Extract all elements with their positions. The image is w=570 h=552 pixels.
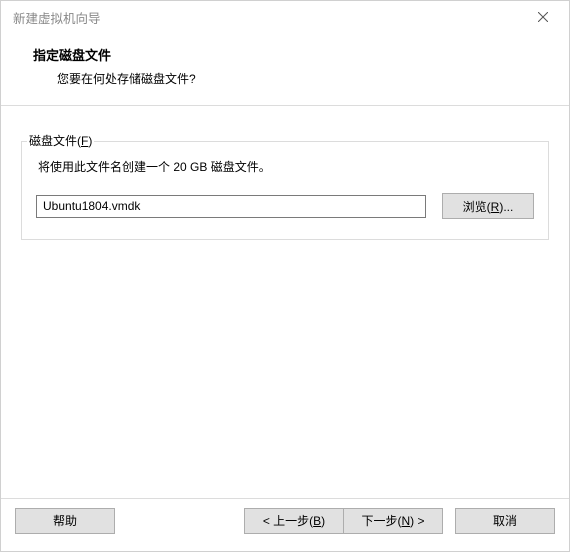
wizard-header: 指定磁盘文件 您要在何处存储磁盘文件? bbox=[1, 33, 569, 105]
help-button[interactable]: 帮助 bbox=[15, 508, 115, 534]
window-title: 新建虚拟机向导 bbox=[13, 8, 521, 27]
next-button[interactable]: 下一步(N) > bbox=[343, 508, 443, 534]
disk-file-description: 将使用此文件名创建一个 20 GB 磁盘文件。 bbox=[36, 158, 534, 175]
wizard-footer: 帮助 < 上一步(B) 下一步(N) > 取消 bbox=[1, 498, 569, 542]
page-subtitle: 您要在何处存储磁盘文件? bbox=[25, 70, 545, 87]
titlebar: 新建虚拟机向导 bbox=[1, 1, 569, 33]
close-icon bbox=[538, 12, 548, 22]
page-title: 指定磁盘文件 bbox=[25, 45, 545, 64]
cancel-button[interactable]: 取消 bbox=[455, 508, 555, 534]
browse-button[interactable]: 浏览(R)... bbox=[442, 193, 534, 219]
close-button[interactable] bbox=[521, 3, 565, 31]
content-area: 磁盘文件(F) 将使用此文件名创建一个 20 GB 磁盘文件。 浏览(R)... bbox=[1, 106, 569, 498]
disk-file-group: 将使用此文件名创建一个 20 GB 磁盘文件。 浏览(R)... bbox=[21, 141, 549, 240]
disk-file-input[interactable] bbox=[36, 195, 426, 218]
file-input-row: 浏览(R)... bbox=[36, 193, 534, 219]
back-button[interactable]: < 上一步(B) bbox=[244, 508, 344, 534]
nav-button-group: < 上一步(B) 下一步(N) > bbox=[244, 508, 443, 534]
disk-file-group-label: 磁盘文件(F) bbox=[27, 132, 94, 149]
